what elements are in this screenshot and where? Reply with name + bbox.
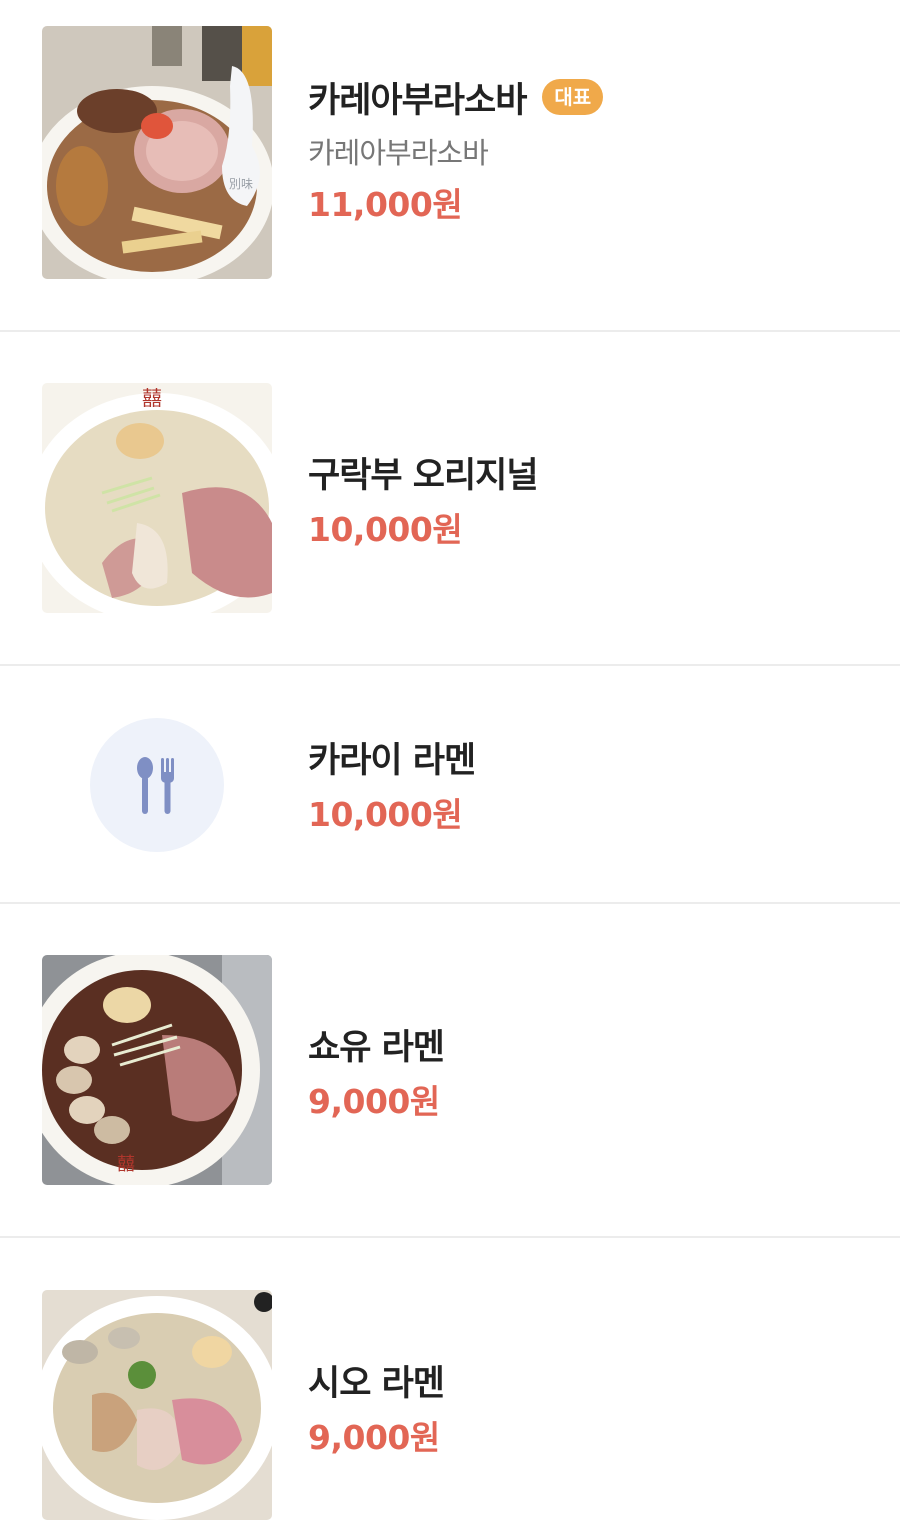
menu-item-description: 카레아부라소바 (308, 136, 489, 170)
menu-item-price: 11,000원 (308, 185, 463, 224)
menu-item-price: 10,000원 (308, 510, 463, 549)
menu-item-info: 쇼유 라멘 9,000원 (308, 1019, 880, 1123)
utensils-placeholder-icon (137, 757, 174, 814)
menu-item-shoyu-ramen[interactable]: 囍 쇼유 라멘 9,000원 (0, 904, 900, 1236)
menu-item-karai-ramen[interactable]: 카라이 라멘 10,000원 (0, 666, 900, 902)
menu-item-info: 카라이 라멘 10,000원 (308, 732, 880, 836)
menu-item-gurakbu-original[interactable]: 囍 구락부 오리지널 10,000원 (0, 332, 900, 664)
menu-list: 別味 카레아부라소바 대표 카레아부라소바 11,000원 囍 구락부 오리지널… (0, 0, 900, 1538)
menu-item-name: 카레아부라소바 (308, 80, 527, 121)
ramen-photo-curry: 別味 (42, 26, 272, 279)
ramen-photo-shio (42, 1290, 272, 1520)
menu-item-info: 구락부 오리지널 10,000원 (308, 447, 880, 551)
menu-item-kareaburasoba[interactable]: 別味 카레아부라소바 대표 카레아부라소바 11,000원 (0, 0, 900, 330)
ramen-photo-shoyu: 囍 (42, 955, 272, 1185)
menu-item-image: 囍 (42, 955, 272, 1185)
spoon-label: 別味 (229, 177, 253, 191)
ramen-photo-original: 囍 (42, 383, 272, 613)
menu-item-price: 9,000원 (308, 1082, 440, 1121)
menu-item-name: 쇼유 라멘 (308, 1027, 445, 1068)
menu-item-image (42, 1290, 272, 1520)
menu-item-shio-ramen[interactable]: 시오 라멘 9,000원 (0, 1238, 900, 1538)
menu-item-name: 시오 라멘 (308, 1363, 445, 1404)
menu-item-name: 카라이 라멘 (308, 740, 476, 781)
menu-item-image: 別味 (42, 26, 272, 279)
menu-item-image-placeholder (90, 718, 224, 852)
svg-text:囍: 囍 (142, 386, 162, 410)
menu-item-price: 10,000원 (308, 795, 463, 834)
svg-text:囍: 囍 (117, 1154, 135, 1175)
menu-item-price: 9,000원 (308, 1418, 440, 1457)
menu-item-image: 囍 (42, 383, 272, 613)
menu-item-info: 시오 라멘 9,000원 (308, 1355, 880, 1459)
signature-badge: 대표 (542, 79, 604, 115)
menu-item-name: 구락부 오리지널 (308, 455, 539, 496)
menu-item-info: 카레아부라소바 대표 카레아부라소바 11,000원 (308, 72, 880, 226)
